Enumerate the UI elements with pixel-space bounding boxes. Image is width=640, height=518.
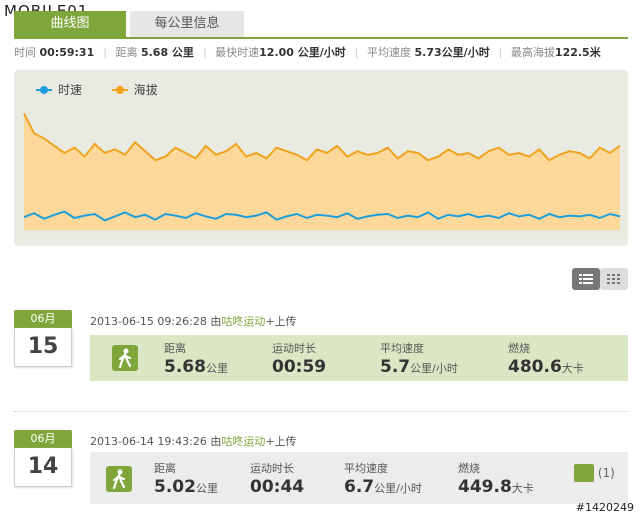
avg-speed-value: 5.7: [380, 357, 411, 377]
distance-label: 距离: [154, 462, 176, 475]
record-card[interactable]: 距离 5.02公里 运动时长 00:44 平均速度 6.7公里/小时 燃烧 44…: [90, 452, 628, 504]
date-day: 14: [14, 448, 72, 487]
date-month: 06月: [14, 430, 72, 448]
watermark-id: #1420249: [575, 501, 634, 514]
date-badge: 06月 14: [14, 430, 72, 487]
tab-curve-chart[interactable]: 曲线图: [14, 11, 126, 37]
date-month: 06月: [14, 310, 72, 328]
metric-calories: 燃烧 449.8大卡: [458, 460, 534, 497]
metric-avg-speed: 平均速度 6.7公里/小时: [344, 460, 422, 497]
grid-view-icon: [607, 274, 620, 284]
max-altitude-value: 122.5米: [554, 46, 601, 59]
photo-icon: [574, 464, 594, 482]
record-upload-suffix: +上传: [265, 315, 297, 328]
distance-label: 距离: [164, 342, 186, 355]
chart-legend: 时速 海拔: [36, 81, 158, 98]
avg-speed-unit: 公里/小时: [374, 482, 422, 495]
record-card[interactable]: 距离 5.68公里 运动时长 00:59 平均速度 5.7公里/小时 燃烧 48…: [90, 335, 628, 381]
photo-link[interactable]: (1): [574, 464, 615, 482]
tab-per-km-info[interactable]: 每公里信息: [130, 11, 244, 37]
duration-value: 00:59: [272, 357, 327, 377]
record-divider: [14, 411, 628, 412]
distance-value: 5.02: [154, 477, 196, 497]
max-speed-value: 12.00 公里/小时: [259, 46, 346, 59]
speed-legend-swatch: [36, 85, 52, 94]
metric-duration: 运动时长 00:44: [250, 460, 304, 497]
avg-speed-label: 平均速度: [344, 462, 388, 475]
max-altitude-label: 最高海拔: [510, 46, 555, 59]
distance-value: 5.68 公里: [140, 46, 194, 59]
record-datetime: 2013-06-14 19:43:26: [90, 435, 207, 448]
duration-label: 运动时长: [250, 462, 294, 475]
walking-icon: [106, 466, 132, 492]
summary-stats: 时间 00:59:31 | 距离 5.68 公里 | 最快时速12.00 公里/小时…: [14, 46, 601, 59]
metric-avg-speed: 平均速度 5.7公里/小时: [380, 340, 458, 377]
record-upload-suffix: +上传: [265, 435, 297, 448]
tab-bar: 曲线图 每公里信息: [14, 11, 628, 39]
grid-view-button[interactable]: [600, 268, 628, 290]
metric-distance: 距离 5.02公里: [154, 460, 218, 497]
activity-record-0615[interactable]: 06月 15 2013-06-15 09:26:28 由咕咚运动+上传 距离 5…: [14, 310, 628, 390]
activity-record-0614[interactable]: 06月 14 2013-06-14 19:43:26 由咕咚运动+上传 距离 5…: [14, 430, 628, 510]
altitude-area: [24, 113, 620, 230]
calories-unit: 大卡: [511, 482, 534, 495]
avg-speed-unit: 公里/小时: [410, 362, 458, 375]
metric-distance: 距离 5.68公里: [164, 340, 228, 377]
record-datetime: 2013-06-15 09:26:28: [90, 315, 207, 328]
list-view-icon: [579, 274, 593, 284]
calories-value: 480.6: [508, 357, 562, 377]
avg-speed-label: 平均速度: [367, 46, 412, 59]
avg-speed-value: 6.7: [344, 477, 375, 497]
view-toggle: [572, 268, 628, 290]
distance-label: 距离: [115, 46, 138, 59]
calories-value: 449.8: [458, 477, 512, 497]
time-label: 时间: [14, 46, 36, 59]
altitude-legend-label: 海拔: [133, 83, 158, 97]
walking-icon: [112, 345, 138, 371]
calories-label: 燃烧: [508, 342, 530, 355]
calories-label: 燃烧: [458, 462, 480, 475]
record-by: 由: [210, 435, 222, 448]
record-by: 由: [210, 315, 222, 328]
metric-calories: 燃烧 480.6大卡: [508, 340, 584, 377]
photo-count: (1): [597, 466, 615, 480]
max-speed-label: 最快时速: [215, 46, 260, 59]
avg-speed-value: 5.73公里/小时: [414, 46, 490, 59]
record-source-link[interactable]: 咕咚运动: [221, 435, 265, 448]
metric-duration: 运动时长 00:59: [272, 340, 326, 377]
distance-unit: 公里: [205, 362, 228, 375]
time-value: 00:59:31: [39, 46, 95, 59]
date-day: 15: [14, 328, 72, 367]
record-meta: 2013-06-14 19:43:26 由咕咚运动+上传: [90, 433, 297, 449]
duration-value: 00:44: [250, 477, 305, 497]
distance-unit: 公里: [195, 482, 218, 495]
speed-legend-label: 时速: [58, 83, 83, 97]
list-view-button[interactable]: [572, 268, 600, 290]
record-source-link[interactable]: 咕咚运动: [221, 315, 265, 328]
date-badge: 06月 15: [14, 310, 72, 367]
calories-unit: 大卡: [561, 362, 584, 375]
distance-value: 5.68: [164, 357, 206, 377]
duration-label: 运动时长: [272, 342, 316, 355]
avg-speed-label: 平均速度: [380, 342, 424, 355]
record-meta: 2013-06-15 09:26:28 由咕咚运动+上传: [90, 313, 297, 329]
altitude-legend-swatch: [111, 85, 128, 94]
